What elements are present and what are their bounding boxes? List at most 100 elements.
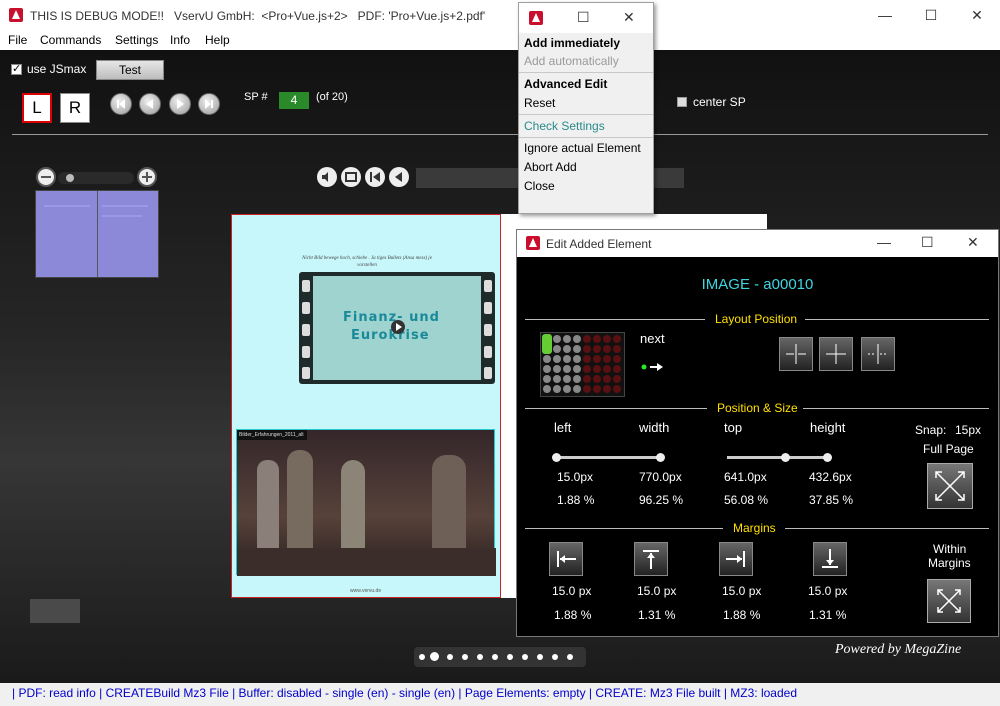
use-jsmax-checkbox[interactable]: ✓ [11,63,22,75]
top-label: top [724,420,743,435]
margin-left-percent: 1.88 % [554,608,592,622]
margin-bottom-icon[interactable] [813,542,847,576]
menu-bar: File Commands Settings Info Help [0,31,1000,50]
app-icon [9,8,23,22]
menu-settings[interactable]: Settings [115,33,158,47]
within-margins-label-2: Margins [928,556,971,570]
zoom-out-icon[interactable] [36,167,56,187]
margin-right-percent: 1.88 % [723,608,761,622]
placeholder-box [30,599,80,623]
menu-ignore-element[interactable]: Ignore actual Element [524,141,641,155]
menu-abort-add[interactable]: Abort Add [524,160,577,174]
image-element[interactable]: Bilder_Erfahrungen_2011_alt [236,429,496,576]
close-button[interactable]: ✕ [954,0,1000,31]
menu-check-settings[interactable]: Check Settings [524,119,605,133]
left-page: Nicht Bild bewege hoch, schiebe . Ja tig… [231,214,501,598]
margin-left-px: 15.0 px [552,584,592,598]
back-icon[interactable] [389,167,409,187]
height-slider-knob[interactable] [823,453,832,462]
popup-close-button[interactable]: ✕ [623,9,635,26]
play-icon[interactable] [391,320,405,334]
left-percent: 1.88 % [557,493,595,507]
align-right-icon[interactable] [861,337,895,371]
page-footer: www.vervu.de [350,588,382,594]
next-label: next [640,331,665,346]
margin-bottom-percent: 1.31 % [809,608,847,622]
test-button[interactable]: Test [96,60,164,80]
align-center-icon[interactable] [819,337,853,371]
toolbar-divider [12,134,988,135]
maximize-button[interactable]: ☐ [908,0,954,31]
skip-back-icon[interactable] [365,167,385,187]
right-page-button[interactable]: R [60,93,90,123]
horizontal-slider[interactable] [555,456,663,459]
edit-maximize-button[interactable]: ☐ [921,234,934,251]
width-slider-knob[interactable] [656,453,665,462]
grid-view-icon[interactable] [341,167,361,187]
sp-of-label: (of 20) [316,91,348,103]
margin-right-px: 15.0 px [722,584,762,598]
menu-divider [519,137,653,138]
left-label: left [554,420,572,435]
within-margins-icon[interactable] [927,579,971,623]
menu-help[interactable]: Help [205,33,230,47]
snap-value[interactable]: 15px [955,423,981,437]
edit-dialog-titlebar: Edit Added Element — ☐ ✕ [517,230,998,257]
menu-close[interactable]: Close [524,179,555,193]
layout-position-heading: Layout Position [715,312,798,326]
menu-file[interactable]: File [8,33,27,47]
title-bar: THIS IS DEBUG MODE!! VservU GmbH: <Pro+V… [0,0,1000,31]
align-left-icon[interactable] [779,337,813,371]
section-line [525,528,723,529]
left-page-button[interactable]: L [22,93,52,123]
margins-heading: Margins [733,521,776,535]
layout-grid[interactable] [540,332,625,397]
minimize-button[interactable]: — [862,0,908,31]
left-px: 15.0px [557,470,594,484]
menu-advanced-edit[interactable]: Advanced Edit [524,77,607,91]
zoom-slider-knob[interactable] [66,174,74,182]
zoom-slider[interactable] [58,172,134,184]
full-page-icon[interactable] [927,463,973,509]
sound-icon[interactable] [317,167,337,187]
center-sp-checkbox[interactable] [677,97,687,107]
page-thumbnail[interactable] [35,190,159,278]
margin-top-percent: 1.31 % [638,608,676,622]
first-page-icon[interactable] [110,93,132,115]
section-line [525,319,705,320]
page-dots[interactable] [414,647,586,667]
sp-label: SP # [244,91,268,103]
margin-left-icon[interactable] [549,542,583,576]
menu-commands[interactable]: Commands [40,33,101,47]
popup-maximize-button[interactable]: ☐ [577,9,590,26]
next-page-icon[interactable] [169,93,191,115]
video-element[interactable]: Finanz- und Eurokrise [299,272,495,384]
left-slider-knob[interactable] [552,453,561,462]
section-line [803,408,989,409]
status-bar: | PDF: read info | CREATEBuild Mz3 File … [0,683,1000,706]
next-arrow-icon[interactable] [641,361,665,371]
width-label: width [639,420,670,435]
element-name: IMAGE - a00010 [701,276,814,293]
edit-dialog-app-icon [526,236,540,250]
zoom-in-icon[interactable] [137,167,157,187]
menu-reset[interactable]: Reset [524,96,555,110]
menu-add-immediately[interactable]: Add immediately [524,36,620,50]
sp-input[interactable]: 4 [279,92,309,109]
last-page-icon[interactable] [198,93,220,115]
height-px: 432.6px [809,470,852,484]
height-percent: 37.85 % [809,493,854,507]
prev-page-icon[interactable] [139,93,161,115]
within-margins-label-1: Within [933,542,967,556]
powered-by-logo: Powered by MegaZine [835,642,962,657]
edit-dialog-title: Edit Added Element [546,237,652,251]
menu-info[interactable]: Info [170,33,190,47]
top-px: 641.0px [724,470,767,484]
top-slider-knob[interactable] [781,453,790,462]
edit-close-button[interactable]: ✕ [967,234,979,251]
edit-minimize-button[interactable]: — [877,234,891,250]
margin-right-icon[interactable] [719,542,753,576]
margin-top-icon[interactable] [634,542,668,576]
vertical-slider[interactable] [727,456,830,459]
menu-divider [519,114,653,115]
